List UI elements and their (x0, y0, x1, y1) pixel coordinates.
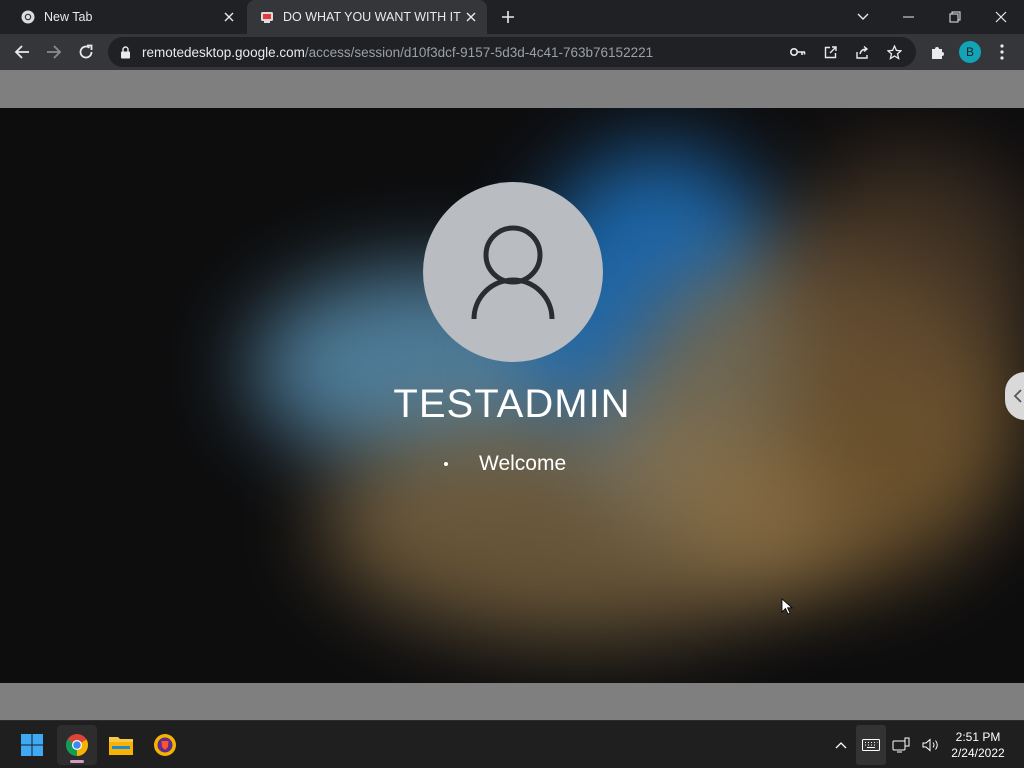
reload-button[interactable] (72, 38, 100, 66)
new-tab-button[interactable] (496, 5, 520, 29)
window-controls (886, 0, 1024, 34)
chrome-icon (66, 734, 88, 756)
tab-new-tab[interactable]: New Tab (8, 0, 245, 34)
taskbar-brave[interactable] (145, 725, 185, 765)
tab-title: New Tab (44, 10, 93, 24)
clock-time: 2:51 PM (955, 730, 1001, 744)
minimize-icon (903, 16, 914, 18)
start-button[interactable] (12, 725, 52, 765)
minimize-button[interactable] (886, 0, 932, 34)
wallpaper-blur (320, 408, 840, 638)
chevron-left-icon (1013, 389, 1022, 403)
clock[interactable]: 2:51 PM 2/24/2022 (942, 729, 1014, 761)
tab-title: DO WHAT YOU WANT WITH IT BUT D (283, 10, 461, 24)
restore-button[interactable] (932, 0, 978, 34)
windows-icon (21, 734, 43, 756)
chrome-icon (20, 9, 36, 25)
omnibox-actions (782, 37, 910, 67)
network-icon (892, 737, 910, 753)
close-window-button[interactable] (978, 0, 1024, 34)
taskbar-chrome[interactable] (57, 725, 97, 765)
restore-icon (949, 11, 961, 23)
more-vert-icon (1000, 44, 1004, 60)
menu-button[interactable] (990, 38, 1014, 66)
letterbox-bottom (0, 683, 1024, 720)
keyboard-icon (862, 739, 880, 751)
url-path: /access/session/d10f3dcf-9157-5d3d-4c41-… (304, 44, 654, 60)
brave-icon (154, 734, 176, 756)
taskbar: 2:51 PM 2/24/2022 (0, 720, 1024, 768)
arrow-right-icon (47, 45, 62, 59)
lock-icon[interactable] (118, 45, 132, 59)
browser-toolbar: remotedesktop.google.com/access/session/… (0, 34, 1024, 70)
folder-icon (109, 737, 133, 755)
arrow-left-icon (14, 45, 29, 59)
taskbar-file-explorer[interactable] (101, 725, 141, 765)
login-status: Welcome (444, 452, 566, 476)
clock-date: 2/24/2022 (951, 746, 1005, 760)
wallpaper-blur (780, 148, 1024, 388)
remote-desktop-icon (259, 9, 275, 25)
user-avatar (423, 182, 603, 362)
share-icon[interactable] (846, 37, 878, 67)
close-icon[interactable] (461, 7, 481, 27)
address-bar[interactable]: remotedesktop.google.com/access/session/… (108, 37, 916, 67)
letterbox-top (0, 70, 1024, 108)
status-text: Welcome (479, 452, 567, 475)
close-icon[interactable] (219, 7, 239, 27)
running-indicator (70, 760, 84, 763)
tab-strip: New Tab DO WHAT YOU WANT WITH IT BUT D (0, 0, 1024, 34)
url-text: remotedesktop.google.com/access/session/… (142, 45, 653, 60)
volume-icon (922, 738, 938, 752)
puzzle-icon (932, 47, 944, 59)
mouse-cursor-icon (781, 598, 793, 615)
profile-avatar[interactable]: B (959, 41, 981, 63)
plus-icon (502, 11, 514, 23)
tab-remote-session[interactable]: DO WHAT YOU WANT WITH IT BUT D (247, 0, 487, 34)
username: TESTADMIN (393, 382, 631, 426)
key-icon[interactable] (782, 37, 814, 67)
close-icon (995, 11, 1007, 23)
user-icon (471, 225, 555, 320)
url-host: remotedesktop.google.com (142, 44, 305, 60)
reload-icon (79, 44, 93, 59)
extensions-button[interactable] (924, 38, 952, 66)
loading-spinner (444, 462, 448, 466)
tab-search-button[interactable] (850, 4, 876, 30)
chevron-down-icon (857, 13, 869, 20)
system-tray (826, 721, 946, 768)
back-button[interactable] (8, 38, 36, 66)
forward-button[interactable] (40, 38, 68, 66)
star-icon[interactable] (878, 37, 910, 67)
chevron-up-icon (835, 742, 847, 749)
open-in-new-icon[interactable] (814, 37, 846, 67)
network-button[interactable] (886, 725, 916, 765)
screen: New Tab DO WHAT YOU WANT WITH IT BUT D (0, 0, 1024, 768)
remote-desktop-view[interactable]: TESTADMIN Welcome (0, 108, 1024, 683)
show-hidden-icons-button[interactable] (826, 725, 856, 765)
touch-keyboard-button[interactable] (856, 725, 886, 765)
